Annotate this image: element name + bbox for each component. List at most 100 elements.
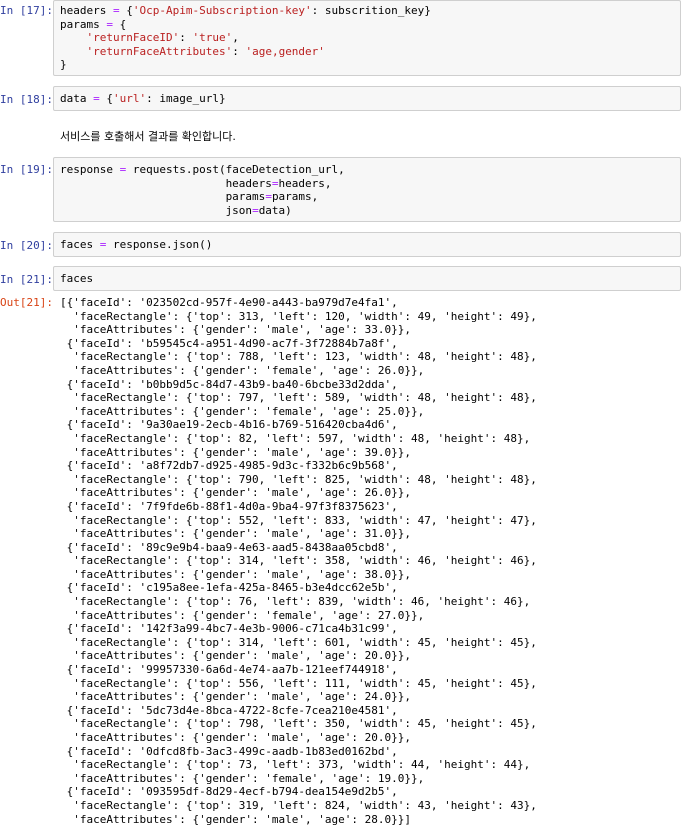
output-line: 'faceRectangle': {'top': 319, 'left': 82… bbox=[60, 798, 537, 812]
output-line: {'faceId': 'a8f72db7-d925-4985-9d3c-f332… bbox=[60, 459, 398, 473]
code-token: { bbox=[119, 4, 133, 17]
code-cell-19[interactable]: In [19]: response = requests.post(faceDe… bbox=[0, 157, 685, 223]
code-token: faces bbox=[60, 238, 100, 251]
operator-token: = bbox=[252, 203, 259, 217]
code-editor[interactable]: faces bbox=[53, 266, 681, 291]
code-token: data bbox=[60, 92, 94, 105]
operator-token: = bbox=[93, 92, 100, 105]
code-editor[interactable]: response = requests.post(faceDetection_u… bbox=[53, 157, 681, 222]
output-line: {'faceId': 'c195a8ee-1efa-425a-8465-b3e4… bbox=[60, 581, 398, 595]
input-prompt: In [17]: bbox=[0, 4, 53, 17]
code-text: faces bbox=[60, 272, 93, 286]
output-line: 'faceRectangle': {'top': 314, 'left': 35… bbox=[60, 554, 537, 568]
code-line: json=data) bbox=[60, 204, 345, 218]
code-text: faces = response.json() bbox=[60, 238, 212, 252]
code-editor[interactable]: data = {'url': image_url} bbox=[53, 86, 681, 111]
code-line: 'returnFaceID': 'true', bbox=[60, 31, 431, 45]
output-line: {'faceId': '7f9fde6b-88f1-4d0a-9ba4-97f3… bbox=[60, 499, 398, 513]
code-line: data = {'url': image_url} bbox=[60, 92, 226, 106]
string-token: 'returnFaceAttributes' bbox=[86, 44, 233, 58]
code-token: : subscrition_key} bbox=[311, 4, 431, 17]
code-token: { bbox=[99, 92, 113, 105]
output-line: 'faceAttributes': {'gender': 'male', 'ag… bbox=[60, 323, 411, 337]
output-line: 'faceAttributes': {'gender': 'male', 'ag… bbox=[60, 690, 411, 704]
output-line: 'faceAttributes': {'gender': 'female', '… bbox=[60, 404, 425, 418]
input-prompt: In [20]: bbox=[0, 239, 53, 252]
string-token: 'url' bbox=[113, 92, 147, 105]
code-token: } bbox=[60, 58, 67, 72]
code-token: headers bbox=[60, 176, 272, 190]
code-text: headers = {'Ocp-Apim-Subscription-key': … bbox=[60, 4, 431, 72]
output-line: 'faceRectangle': {'top': 314, 'left': 60… bbox=[60, 635, 537, 649]
code-token: params, bbox=[271, 190, 319, 204]
operator-token: = bbox=[112, 4, 120, 17]
output-line: 'faceRectangle': {'top': 790, 'left': 82… bbox=[60, 472, 537, 486]
code-token: , bbox=[232, 31, 239, 45]
output-line: {'faceId': '142f3a99-4bc7-4e3b-9006-c71c… bbox=[60, 622, 398, 636]
code-token: faces bbox=[60, 272, 94, 285]
output-line: 'faceAttributes': {'gender': 'male', 'ag… bbox=[60, 731, 411, 744]
output-line: 'faceAttributes': {'gender': 'male', 'ag… bbox=[60, 649, 411, 663]
code-line: response = requests.post(faceDetection_u… bbox=[60, 163, 345, 177]
code-line: params=params, bbox=[60, 190, 345, 204]
output-line: 'faceRectangle': {'top': 73, 'left': 373… bbox=[60, 758, 531, 772]
code-line: 'returnFaceAttributes': 'age,gender' bbox=[60, 45, 431, 59]
code-token: requests.post(faceDetection_url, bbox=[126, 163, 345, 176]
output-text: [{'faceId': '023502cd-957f-4e90-a443-ba9… bbox=[60, 296, 537, 826]
output-line: 'faceRectangle': {'top': 798, 'left': 35… bbox=[60, 717, 537, 731]
output-line: 'faceAttributes': {'gender': 'male', 'ag… bbox=[60, 445, 411, 459]
output-line: {'faceId': '9a30ae19-2ecb-4b16-b769-5164… bbox=[60, 418, 398, 432]
output-line: 'faceRectangle': {'top': 552, 'left': 83… bbox=[60, 513, 537, 527]
output-line: 'faceAttributes': {'gender': 'male', 'ag… bbox=[60, 486, 411, 500]
string-token: 'Ocp-Apim-Subscription-key' bbox=[132, 4, 312, 17]
code-token: : bbox=[232, 44, 246, 58]
code-token: response bbox=[60, 163, 120, 176]
code-line: faces bbox=[60, 272, 93, 286]
string-token: 'returnFaceID' bbox=[86, 31, 180, 45]
code-cell-20[interactable]: In [20]: faces = response.json() bbox=[0, 232, 685, 258]
code-text: data = {'url': image_url} bbox=[60, 92, 226, 106]
output-line: {'faceId': 'b0bb9d5c-84d7-43b9-ba40-6bcb… bbox=[60, 377, 398, 391]
code-line: faces = response.json() bbox=[60, 238, 212, 252]
output-line: {'faceId': '89c9e9b4-baa9-4e63-aad5-8438… bbox=[60, 540, 398, 554]
output-line: 'faceAttributes': {'gender': 'male', 'ag… bbox=[60, 527, 411, 541]
output-line: 'faceRectangle': {'top': 788, 'left': 12… bbox=[60, 350, 537, 364]
output-line: 'faceAttributes': {'gender': 'male', 'ag… bbox=[60, 812, 411, 826]
code-token: : bbox=[179, 31, 193, 45]
code-editor[interactable]: headers = {'Ocp-Apim-Subscription-key': … bbox=[53, 0, 681, 76]
code-line: headers = {'Ocp-Apim-Subscription-key': … bbox=[60, 4, 431, 18]
code-editor[interactable]: faces = response.json() bbox=[53, 232, 681, 257]
output-line: 'faceAttributes': {'gender': 'female', '… bbox=[60, 771, 425, 785]
output-line: 'faceRectangle': {'top': 313, 'left': 12… bbox=[60, 309, 537, 323]
code-token: params bbox=[60, 190, 266, 204]
input-prompt: In [18]: bbox=[0, 93, 53, 106]
code-token: params bbox=[60, 17, 107, 31]
output-line: {'faceId': '99957330-6a6d-4e74-aa7b-121e… bbox=[60, 663, 398, 677]
code-cell-21[interactable]: In [21]: faces bbox=[0, 266, 685, 292]
output-line: 'faceRectangle': {'top': 82, 'left': 597… bbox=[60, 431, 531, 445]
markdown-cell[interactable]: 서비스를 호출해서 결과를 확인합니다. bbox=[0, 120, 685, 150]
code-cell-18[interactable]: In [18]: data = {'url': image_url} bbox=[0, 86, 685, 112]
code-token: response.json() bbox=[106, 238, 213, 251]
code-token: { bbox=[112, 17, 127, 31]
code-line: headers=headers, bbox=[60, 177, 345, 191]
code-token: headers bbox=[60, 4, 113, 17]
output-line: {'faceId': 'b59545c4-a951-4d90-ac7f-3f72… bbox=[60, 336, 398, 350]
operator-token: = bbox=[271, 176, 279, 190]
operator-token: = bbox=[106, 17, 113, 31]
output-line: 'faceRectangle': {'top': 797, 'left': 58… bbox=[60, 391, 537, 405]
input-prompt: In [19]: bbox=[0, 163, 53, 176]
code-text: response = requests.post(faceDetection_u… bbox=[60, 163, 345, 217]
string-token: 'age,gender' bbox=[245, 44, 325, 58]
output-line: {'faceId': '0dfcd8fb-3ac3-499c-aadb-1b83… bbox=[60, 744, 398, 758]
code-cell-17[interactable]: In [17]: headers = {'Ocp-Apim-Subscripti… bbox=[0, 0, 685, 78]
output-line: 'faceAttributes': {'gender': 'female', '… bbox=[60, 363, 425, 377]
operator-token: = bbox=[265, 190, 272, 204]
output-line: {'faceId': '5dc73d4e-8bca-4722-8cfe-7cea… bbox=[60, 703, 398, 717]
output-line: 'faceRectangle': {'top': 76, 'left': 839… bbox=[60, 595, 531, 609]
output-line: 'faceAttributes': {'gender': 'male', 'ag… bbox=[60, 567, 411, 581]
output-line: 'faceRectangle': {'top': 556, 'left': 11… bbox=[60, 676, 537, 690]
code-line: params = { bbox=[60, 18, 431, 32]
